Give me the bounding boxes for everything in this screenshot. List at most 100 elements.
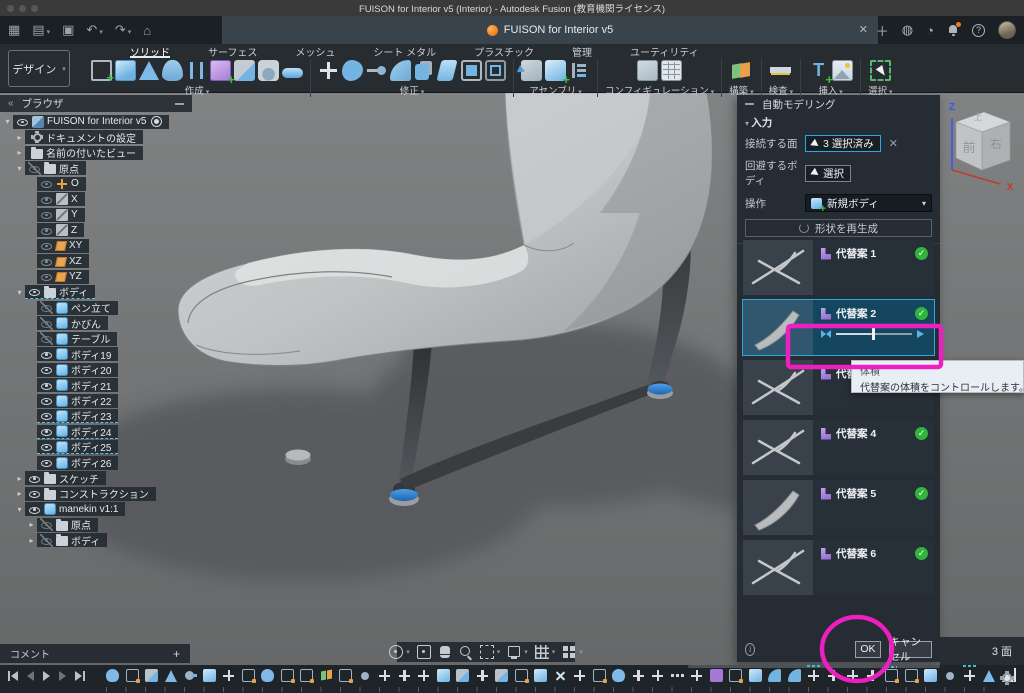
- timeline-sketch-feature-icon[interactable]: [593, 669, 606, 682]
- tree-item-chip[interactable]: 原点: [37, 518, 98, 532]
- volume-slider[interactable]: [821, 330, 928, 338]
- browser-collapse-icon[interactable]: «: [8, 98, 14, 109]
- table-tool-icon[interactable]: [661, 60, 682, 81]
- tab-close-icon[interactable]: ✕: [859, 23, 868, 36]
- go-to-start-button[interactable]: [8, 671, 18, 681]
- tree-item-chip[interactable]: ボディ23: [37, 409, 118, 423]
- timeline-move-feature-icon[interactable]: [417, 669, 430, 682]
- cone-tool-icon[interactable]: [139, 61, 159, 80]
- visibility-eye-icon[interactable]: [40, 363, 53, 376]
- visibility-eye-icon[interactable]: [40, 193, 53, 206]
- timeline-sketch-feature-icon[interactable]: [729, 669, 742, 682]
- clear-selection-icon[interactable]: ✕: [889, 137, 898, 150]
- timeline-move-feature-icon[interactable]: [632, 669, 645, 682]
- user-avatar[interactable]: [998, 21, 1016, 39]
- slider-max-arrow-icon[interactable]: [917, 330, 924, 338]
- timeline-round-feature-icon[interactable]: [768, 669, 781, 682]
- timeline-form-feature-icon[interactable]: [106, 669, 119, 682]
- cube-tool-icon[interactable]: [115, 60, 136, 81]
- help-icon[interactable]: ?: [972, 24, 985, 37]
- timeline-move-feature-icon[interactable]: [690, 669, 703, 682]
- tree-item-chip[interactable]: XY: [37, 239, 89, 253]
- image-tool-icon[interactable]: [832, 60, 853, 81]
- alternative-thumbnail[interactable]: [743, 360, 813, 415]
- timeline-form-feature-icon[interactable]: [612, 669, 625, 682]
- tree-item-chip[interactable]: YZ: [37, 270, 89, 284]
- alternative-thumbnail[interactable]: [743, 480, 813, 535]
- timeline-sketch-feature-icon[interactable]: [300, 669, 313, 682]
- timeline-move-feature-icon[interactable]: [866, 669, 879, 682]
- tree-row[interactable]: 名前の付いたビュー: [0, 145, 192, 161]
- tree-expand-chevron[interactable]: [14, 145, 25, 160]
- ribbon-tab[interactable]: 管理: [572, 44, 592, 58]
- tree-item-chip[interactable]: O: [37, 177, 86, 191]
- mesh-tool-icon[interactable]: [210, 60, 231, 81]
- prims-tool-icon[interactable]: [234, 60, 255, 81]
- tree-tool-icon[interactable]: [569, 60, 590, 81]
- timeline-sketch-feature-icon[interactable]: [242, 669, 255, 682]
- tree-expand-chevron[interactable]: [14, 471, 25, 486]
- tree-item-chip[interactable]: スケッチ: [25, 471, 106, 485]
- ribbon-tab[interactable]: サーフェス: [208, 44, 257, 58]
- timeline-round-feature-icon[interactable]: [788, 669, 801, 682]
- alternative-item[interactable]: 代替案 5✓: [743, 480, 934, 535]
- alternative-body[interactable]: 代替案 6✓: [813, 540, 934, 595]
- visibility-eye-icon[interactable]: [40, 270, 53, 283]
- notifications-icon[interactable]: [947, 24, 959, 36]
- ribbon-group-label[interactable]: 作成: [185, 83, 209, 97]
- tree-item-chip[interactable]: Y: [37, 208, 85, 222]
- visibility-eye-icon[interactable]: [40, 518, 53, 531]
- timeline-prims-feature-icon[interactable]: [495, 669, 508, 682]
- orbit-icon[interactable]: [389, 645, 403, 659]
- visibility-eye-icon[interactable]: [40, 348, 53, 361]
- visibility-eye-icon[interactable]: [16, 115, 29, 128]
- visibility-eye-icon[interactable]: [28, 472, 41, 485]
- connect-faces-selection-button[interactable]: 3 選択済み: [805, 135, 881, 152]
- measure-tool-icon[interactable]: [770, 60, 791, 81]
- timeline-move-feature-icon[interactable]: [378, 669, 391, 682]
- new-tab-icon[interactable]: ＋: [876, 21, 889, 40]
- tree-expand-chevron[interactable]: [26, 517, 37, 532]
- tree-row[interactable]: かびん: [0, 316, 192, 332]
- ribbon-tab[interactable]: プラスチック: [474, 44, 534, 58]
- timeline-sketch-feature-icon[interactable]: [339, 669, 352, 682]
- draft-tool-icon[interactable]: [436, 60, 457, 81]
- tree-row[interactable]: ボディ21: [0, 378, 192, 394]
- visibility-eye-icon[interactable]: [40, 301, 53, 314]
- tree-row[interactable]: ドキュメントの設定: [0, 130, 192, 146]
- newcomp-tool-icon[interactable]: [521, 60, 542, 81]
- visibility-eye-icon[interactable]: [28, 162, 41, 175]
- visibility-eye-icon[interactable]: [28, 285, 41, 298]
- alternative-item[interactable]: 代替案 2✓: [743, 300, 934, 355]
- tree-item-chip[interactable]: 原点: [25, 161, 86, 175]
- redo-icon[interactable]: ↷▾: [115, 22, 131, 38]
- visibility-eye-icon[interactable]: [40, 440, 53, 453]
- fillet-tool-icon[interactable]: [390, 60, 411, 81]
- tree-row[interactable]: O: [0, 176, 192, 192]
- timeline-move-feature-icon[interactable]: [651, 669, 664, 682]
- step-forward-button[interactable]: [59, 671, 66, 681]
- go-to-end-button[interactable]: [75, 671, 85, 681]
- timeline-sketch-feature-icon[interactable]: [885, 669, 898, 682]
- tree-item-chip[interactable]: ボディ19: [37, 347, 118, 361]
- select-tool-icon[interactable]: [870, 60, 891, 81]
- loft-tool-icon[interactable]: [162, 60, 183, 81]
- tree-item-chip[interactable]: ペン立て: [37, 301, 118, 315]
- fit-icon[interactable]: [480, 645, 494, 659]
- timeline-move-feature-icon[interactable]: [398, 669, 411, 682]
- ribbon-group-label[interactable]: コンフィギュレーション: [605, 83, 714, 97]
- info-icon[interactable]: i: [745, 643, 755, 656]
- tree-item-chip[interactable]: ボディ: [25, 285, 95, 299]
- tree-item-chip[interactable]: コンストラクション: [25, 487, 156, 501]
- timeline-solid-feature-icon[interactable]: [749, 669, 762, 682]
- tree-row[interactable]: Z: [0, 223, 192, 239]
- timeline-mesh-feature-icon[interactable]: [710, 669, 723, 682]
- tree-expand-chevron[interactable]: [14, 486, 25, 501]
- move-tool-icon[interactable]: [318, 60, 339, 81]
- timeline-spark-feature-icon[interactable]: [554, 669, 567, 682]
- alternative-item[interactable]: 代替案 4✓: [743, 420, 934, 475]
- tree-item-chip[interactable]: FUISON for Interior v5: [13, 115, 169, 129]
- timeline-planes-feature-icon[interactable]: [320, 669, 333, 682]
- visibility-eye-icon[interactable]: [40, 332, 53, 345]
- tree-item-chip[interactable]: ボディ21: [37, 378, 118, 392]
